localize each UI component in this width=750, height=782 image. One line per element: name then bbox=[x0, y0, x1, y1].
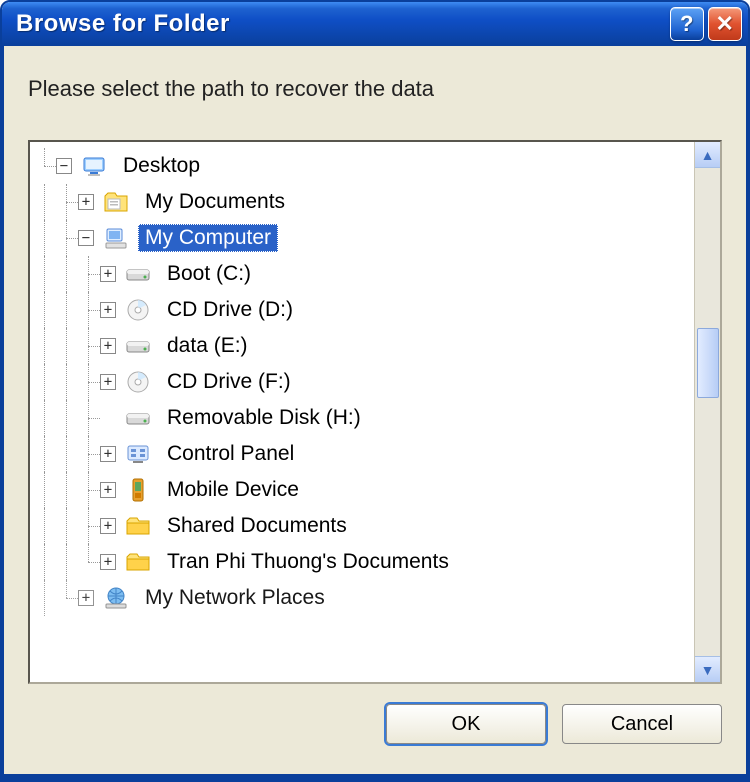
tree-node-removable-h[interactable]: + Removable Disk (H:) bbox=[34, 400, 690, 436]
tree-panel: − Desktop bbox=[28, 140, 722, 684]
help-button[interactable]: ? bbox=[670, 7, 704, 41]
expander-minus[interactable]: − bbox=[56, 158, 72, 174]
expander-plus[interactable]: + bbox=[78, 590, 94, 606]
tree-label: Desktop bbox=[116, 152, 207, 180]
cd-icon bbox=[124, 368, 152, 396]
tree-node-shared-documents[interactable]: + Shared Documents bbox=[34, 508, 690, 544]
expander-plus[interactable]: + bbox=[78, 194, 94, 210]
scroll-track[interactable] bbox=[697, 168, 719, 656]
cancel-button[interactable]: Cancel bbox=[562, 704, 722, 744]
tree-label: Boot (C:) bbox=[160, 260, 258, 288]
hdd-icon bbox=[124, 332, 152, 360]
tree-label: CD Drive (F:) bbox=[160, 368, 298, 396]
tree-label: Shared Documents bbox=[160, 512, 354, 540]
desktop-icon bbox=[80, 152, 108, 180]
tree-node-cd-f[interactable]: + CD Drive (F:) bbox=[34, 364, 690, 400]
scroll-down-button[interactable]: ▼ bbox=[695, 656, 721, 682]
scroll-thumb[interactable] bbox=[697, 328, 719, 398]
tree-label: Tran Phi Thuong's Documents bbox=[160, 548, 456, 576]
tree-label: CD Drive (D:) bbox=[160, 296, 300, 324]
tree-label: My Computer bbox=[138, 224, 278, 252]
ok-button-label: OK bbox=[452, 713, 481, 736]
network-icon bbox=[102, 584, 130, 612]
hdd-icon bbox=[124, 260, 152, 288]
ok-button[interactable]: OK bbox=[386, 704, 546, 744]
chevron-up-icon: ▲ bbox=[701, 147, 715, 163]
tree-label: Removable Disk (H:) bbox=[160, 404, 368, 432]
mobile-icon bbox=[124, 476, 152, 504]
expander-plus[interactable]: + bbox=[100, 554, 116, 570]
tree-node-boot-c[interactable]: + Boot (C:) bbox=[34, 256, 690, 292]
tree-view[interactable]: − Desktop bbox=[30, 142, 694, 682]
expander-minus[interactable]: − bbox=[78, 230, 94, 246]
tree-label: Control Panel bbox=[160, 440, 301, 468]
control-panel-icon bbox=[124, 440, 152, 468]
window-title: Browse for Folder bbox=[16, 10, 666, 38]
question-icon: ? bbox=[680, 11, 694, 37]
close-icon: ✕ bbox=[716, 11, 735, 37]
tree-node-control-panel[interactable]: + Control Panel bbox=[34, 436, 690, 472]
expander-plus[interactable]: + bbox=[100, 482, 116, 498]
tree-node-desktop[interactable]: − Desktop bbox=[34, 148, 690, 184]
cd-icon bbox=[124, 296, 152, 324]
expander-plus[interactable]: + bbox=[100, 266, 116, 282]
vertical-scrollbar[interactable]: ▲ ▼ bbox=[694, 142, 720, 682]
expander-plus[interactable]: + bbox=[100, 446, 116, 462]
tree-label: My Network Places bbox=[138, 584, 332, 612]
tree-node-my-network-places[interactable]: + My Network Places bbox=[34, 580, 690, 616]
expander-plus[interactable]: + bbox=[100, 338, 116, 354]
hdd-icon bbox=[124, 404, 152, 432]
tree-label: My Documents bbox=[138, 188, 292, 216]
my-documents-icon bbox=[102, 188, 130, 216]
folder-icon bbox=[124, 548, 152, 576]
button-row: OK Cancel bbox=[28, 684, 722, 750]
cancel-button-label: Cancel bbox=[611, 713, 673, 736]
tree-node-data-e[interactable]: + data (E:) bbox=[34, 328, 690, 364]
chevron-down-icon: ▼ bbox=[701, 662, 715, 678]
titlebar[interactable]: Browse for Folder ? ✕ bbox=[2, 2, 748, 46]
browse-for-folder-window: Browse for Folder ? ✕ Please select the … bbox=[0, 0, 750, 782]
expander-plus[interactable]: + bbox=[100, 518, 116, 534]
tree-label: Mobile Device bbox=[160, 476, 306, 504]
expander-plus[interactable]: + bbox=[100, 302, 116, 318]
tree-node-my-documents[interactable]: + My Documents bbox=[34, 184, 690, 220]
scroll-up-button[interactable]: ▲ bbox=[695, 142, 721, 168]
tree-node-user-documents[interactable]: + Tran Phi Thuong's Documents bbox=[34, 544, 690, 580]
my-computer-icon bbox=[102, 224, 130, 252]
tree-node-mobile-device[interactable]: + Mobile Device bbox=[34, 472, 690, 508]
instruction-text: Please select the path to recover the da… bbox=[28, 76, 722, 102]
folder-icon bbox=[124, 512, 152, 540]
tree-node-cd-d[interactable]: + CD Drive (D:) bbox=[34, 292, 690, 328]
tree-label: data (E:) bbox=[160, 332, 255, 360]
tree-node-my-computer[interactable]: − My Computer bbox=[34, 220, 690, 256]
window-bottom-border bbox=[2, 774, 748, 780]
expander-plus[interactable]: + bbox=[100, 374, 116, 390]
client-area: Please select the path to recover the da… bbox=[2, 46, 748, 774]
close-button[interactable]: ✕ bbox=[708, 7, 742, 41]
